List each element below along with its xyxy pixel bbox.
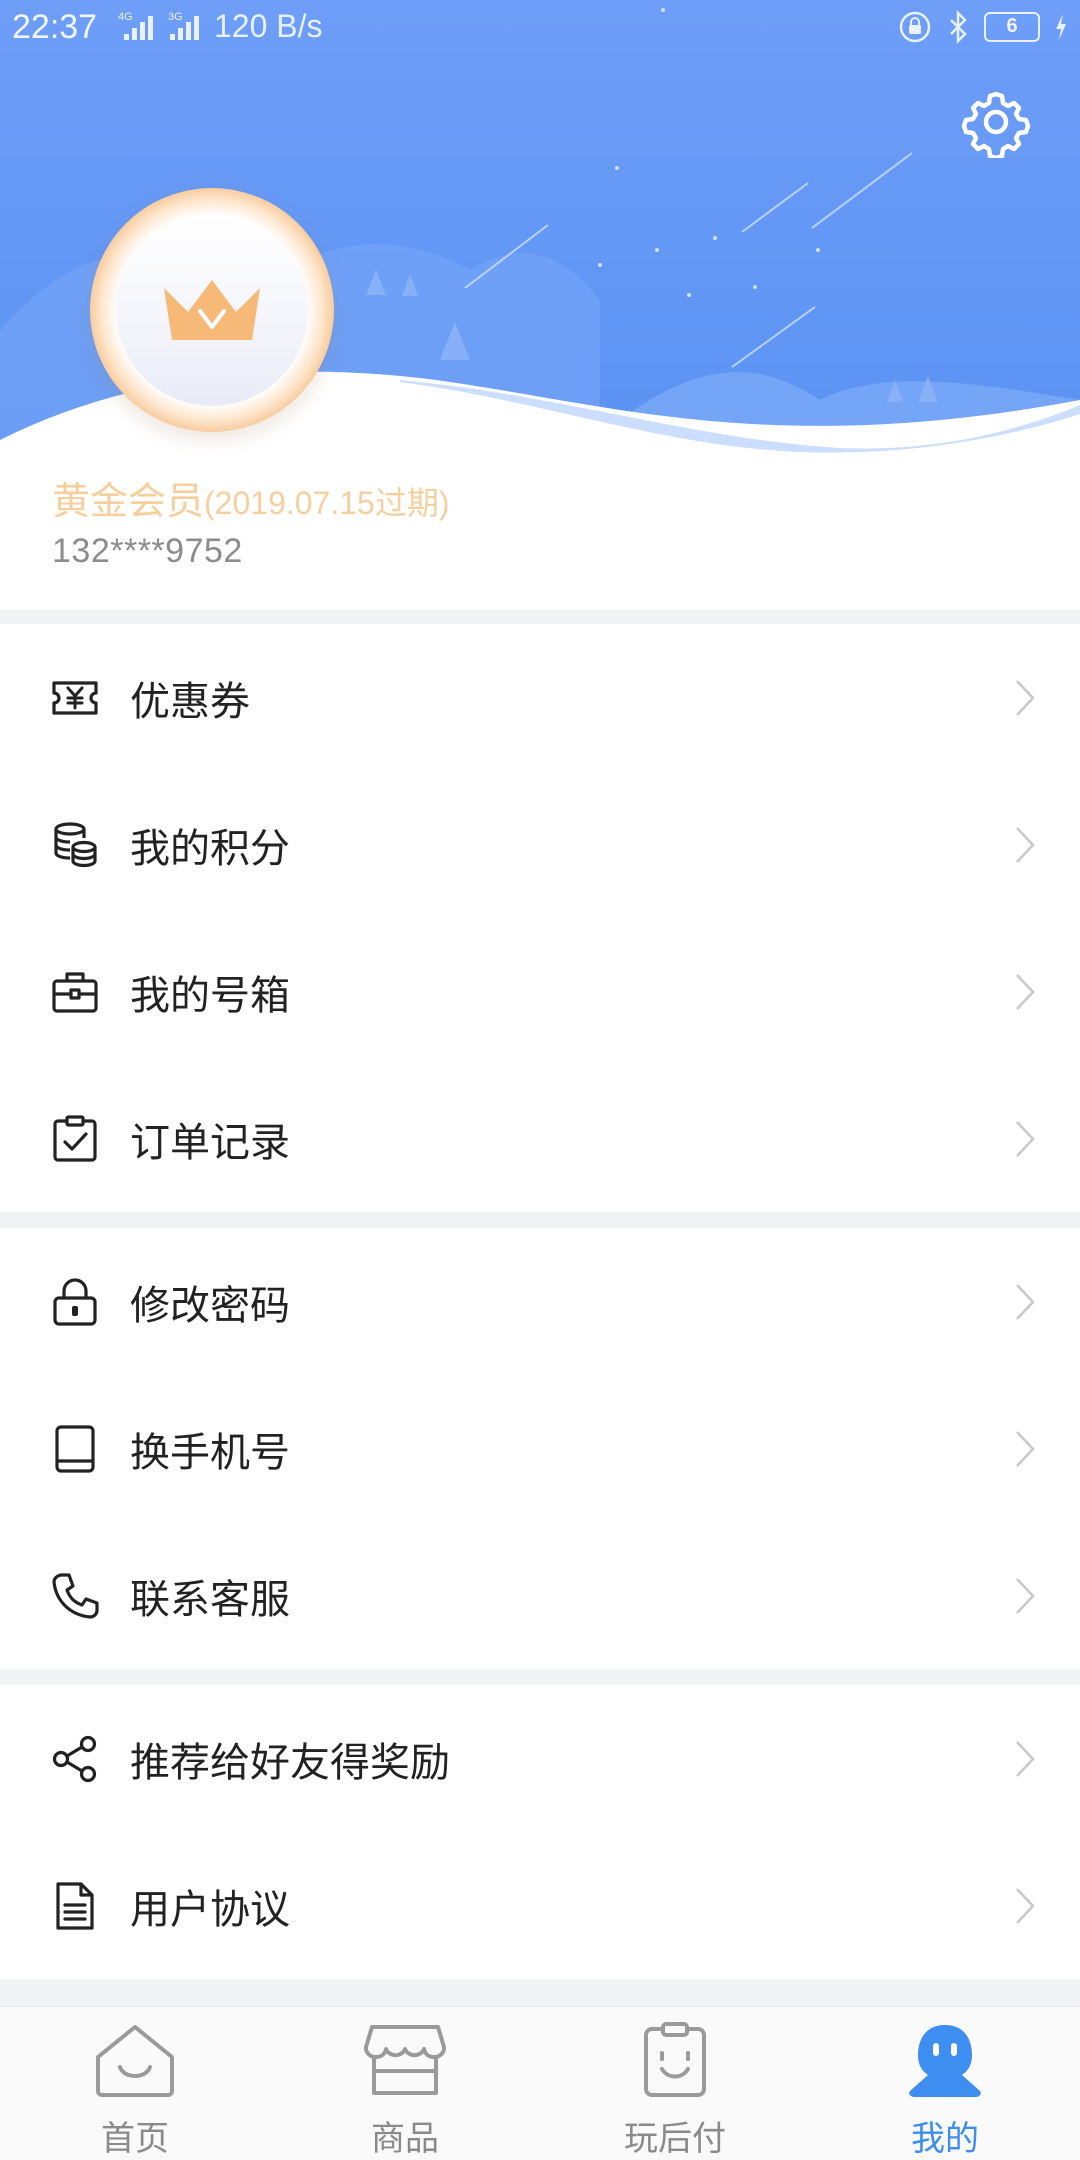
home-icon bbox=[96, 2025, 174, 2097]
user-phone: 132****9752 bbox=[52, 532, 243, 570]
menu-label: 联系客服 bbox=[130, 1576, 290, 1623]
menu-item-change-phone[interactable]: 换手机号 bbox=[0, 1375, 1080, 1522]
avatar[interactable] bbox=[90, 188, 334, 432]
vip-crown-icon bbox=[164, 280, 260, 340]
membership-expiry: (2019.07.15过期) bbox=[204, 485, 450, 521]
menu-item-user-agreement[interactable]: 用户协议 bbox=[0, 1832, 1080, 1979]
signal-strength-icon: 4G 3G bbox=[118, 11, 199, 40]
shop-icon bbox=[363, 2025, 447, 2095]
profile-header: 22:37 4G 3G 120 B/s 6 黄金会员(2019.07.15过期)… bbox=[0, 0, 1080, 610]
menu-group-other: 推荐给好友得奖励 用户协议 bbox=[0, 1685, 1080, 1979]
svg-text:3G: 3G bbox=[168, 11, 183, 23]
chevron-right-icon bbox=[1016, 1887, 1035, 1924]
menu-label: 订单记录 bbox=[130, 1119, 290, 1166]
chevron-right-icon bbox=[1016, 679, 1035, 716]
network-speed: 120 B/s bbox=[214, 8, 323, 44]
chevron-right-icon bbox=[1016, 1577, 1035, 1614]
tab-mine[interactable]: 我的 bbox=[810, 2007, 1080, 2160]
tab-label: 玩后付 bbox=[624, 2119, 726, 2159]
share-icon bbox=[52, 1735, 97, 1782]
menu-label: 推荐给好友得奖励 bbox=[130, 1739, 450, 1786]
membership-line: 黄金会员(2019.07.15过期) bbox=[52, 470, 450, 525]
coins-icon bbox=[54, 821, 97, 867]
menu-item-refer-friends[interactable]: 推荐给好友得奖励 bbox=[0, 1685, 1080, 1832]
phone-device-icon bbox=[55, 1424, 95, 1473]
menu-item-points[interactable]: 我的积分 bbox=[0, 771, 1080, 918]
chevron-right-icon bbox=[1016, 1430, 1035, 1467]
menu-item-orders[interactable]: 订单记录 bbox=[0, 1065, 1080, 1212]
menu-label: 换手机号 bbox=[130, 1429, 290, 1476]
menu-label: 修改密码 bbox=[130, 1282, 290, 1329]
rotation-lock-icon bbox=[899, 11, 931, 43]
menu-item-account-box[interactable]: 我的号箱 bbox=[0, 918, 1080, 1065]
menu-label: 我的积分 bbox=[130, 825, 290, 872]
battery-level: 6 bbox=[1006, 15, 1018, 37]
battery-indicator: 6 bbox=[984, 12, 1040, 42]
document-icon bbox=[56, 1881, 94, 1930]
chevron-right-icon bbox=[1016, 826, 1035, 863]
lock-icon bbox=[53, 1277, 97, 1326]
toolbox-icon bbox=[52, 971, 98, 1013]
bottom-tab-bar: 首页 商品 玩后付 我的 bbox=[0, 2006, 1080, 2160]
menu-item-customer-service[interactable]: 联系客服 bbox=[0, 1522, 1080, 1669]
tab-label: 商品 bbox=[371, 2119, 439, 2159]
clipboard-check-icon bbox=[53, 1114, 97, 1162]
svg-text:4G: 4G bbox=[118, 11, 133, 23]
menu-item-coupons[interactable]: 优惠券 bbox=[0, 624, 1080, 771]
gear-icon[interactable] bbox=[960, 86, 1032, 158]
chevron-right-icon bbox=[1016, 1120, 1035, 1157]
profile-mascot-icon bbox=[909, 2025, 981, 2097]
tab-label: 首页 bbox=[101, 2119, 169, 2159]
tab-products[interactable]: 商品 bbox=[270, 2007, 540, 2160]
avatar-inner bbox=[116, 214, 308, 406]
coupon-icon bbox=[52, 680, 98, 715]
clipboard-smile-icon bbox=[644, 2022, 706, 2097]
menu-label: 用户协议 bbox=[130, 1886, 290, 1933]
membership-level: 黄金会员 bbox=[52, 479, 205, 523]
chevron-right-icon bbox=[1016, 1740, 1035, 1777]
menu-group-security: 修改密码 换手机号 联系客服 bbox=[0, 1228, 1080, 1669]
status-time: 22:37 bbox=[12, 8, 98, 46]
status-bar: 22:37 4G 3G 120 B/s 6 bbox=[0, 0, 1080, 54]
tab-play-later-pay[interactable]: 玩后付 bbox=[540, 2007, 810, 2160]
bluetooth-icon bbox=[950, 10, 967, 44]
chevron-right-icon bbox=[1016, 1283, 1035, 1320]
charging-icon bbox=[1056, 14, 1066, 40]
telephone-icon bbox=[52, 1572, 99, 1619]
chevron-right-icon bbox=[1016, 973, 1035, 1010]
menu-item-change-password[interactable]: 修改密码 bbox=[0, 1228, 1080, 1375]
menu-label: 我的号箱 bbox=[130, 972, 290, 1019]
menu-label: 优惠券 bbox=[130, 678, 250, 725]
menu-group-account: 优惠券 我的积分 我的号箱 订单记录 bbox=[0, 624, 1080, 1212]
tab-label: 我的 bbox=[911, 2119, 979, 2159]
tab-home[interactable]: 首页 bbox=[0, 2007, 270, 2160]
